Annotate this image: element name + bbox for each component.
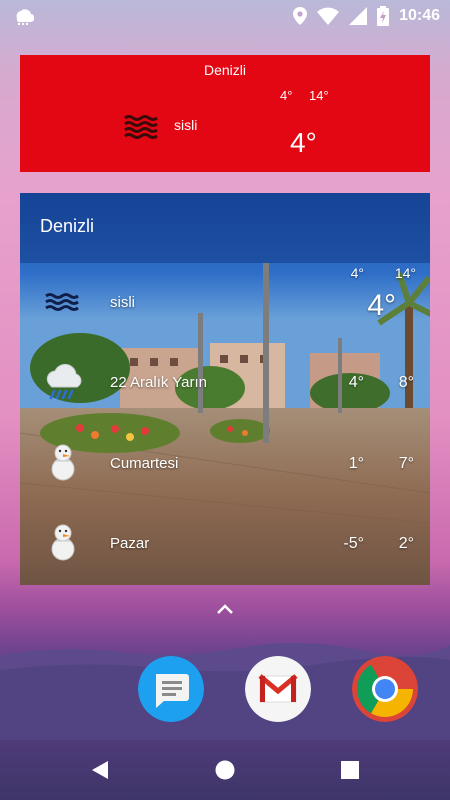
forecast-low: 1°: [348, 455, 364, 472]
navigation-bar: [0, 740, 450, 800]
clock: 10:46: [399, 7, 440, 24]
widget-current-temp: 4°: [290, 127, 317, 158]
recents-button[interactable]: [341, 761, 359, 779]
location-icon: [293, 7, 308, 25]
widget-city: Denizli: [203, 62, 246, 78]
current-temp: 4°: [367, 289, 396, 322]
chrome-app-icon[interactable]: [352, 656, 418, 722]
forecast-label: Pazar: [110, 535, 150, 552]
forecast-city: Denizli: [40, 216, 95, 236]
back-button[interactable]: [90, 760, 110, 780]
fog-icon: [124, 115, 158, 139]
current-low: 4°: [350, 265, 364, 281]
snowman-icon: [51, 524, 75, 561]
gmail-app-icon[interactable]: [245, 656, 311, 722]
forecast-high: 2°: [398, 535, 414, 552]
messages-app-icon[interactable]: [138, 656, 204, 722]
wifi-icon: [317, 7, 340, 25]
widget-high-temp: 14°: [309, 88, 329, 103]
status-bar: 10:46: [0, 0, 450, 32]
signal-icon: [349, 7, 368, 25]
widget-condition: sisli: [174, 117, 198, 133]
forecast-weather-widget[interactable]: Denizli sisli 4° 14° 4° 22 Aralık Yarın …: [20, 193, 430, 585]
forecast-label: Cumartesi: [110, 455, 179, 472]
forecast-high: 7°: [398, 455, 414, 472]
forecast-low: -5°: [343, 535, 364, 552]
widget-low-temp: 4°: [280, 88, 293, 103]
battery-charging-icon: [377, 6, 390, 26]
fog-icon: [45, 293, 79, 311]
rain-cloud-icon: [46, 363, 82, 400]
compact-weather-widget[interactable]: Denizli sisli 4° 14° 4°: [20, 55, 430, 172]
app-drawer-chevron-icon[interactable]: [215, 602, 235, 616]
forecast-high: 8°: [398, 374, 414, 391]
home-button[interactable]: [215, 760, 235, 780]
forecast-label: 22 Aralık Yarın: [110, 374, 208, 391]
current-high: 14°: [394, 265, 416, 281]
snowman-icon: [51, 444, 75, 481]
weather-cloud-icon: [16, 9, 34, 26]
forecast-low: 4°: [348, 374, 364, 391]
current-condition: sisli: [110, 294, 135, 311]
